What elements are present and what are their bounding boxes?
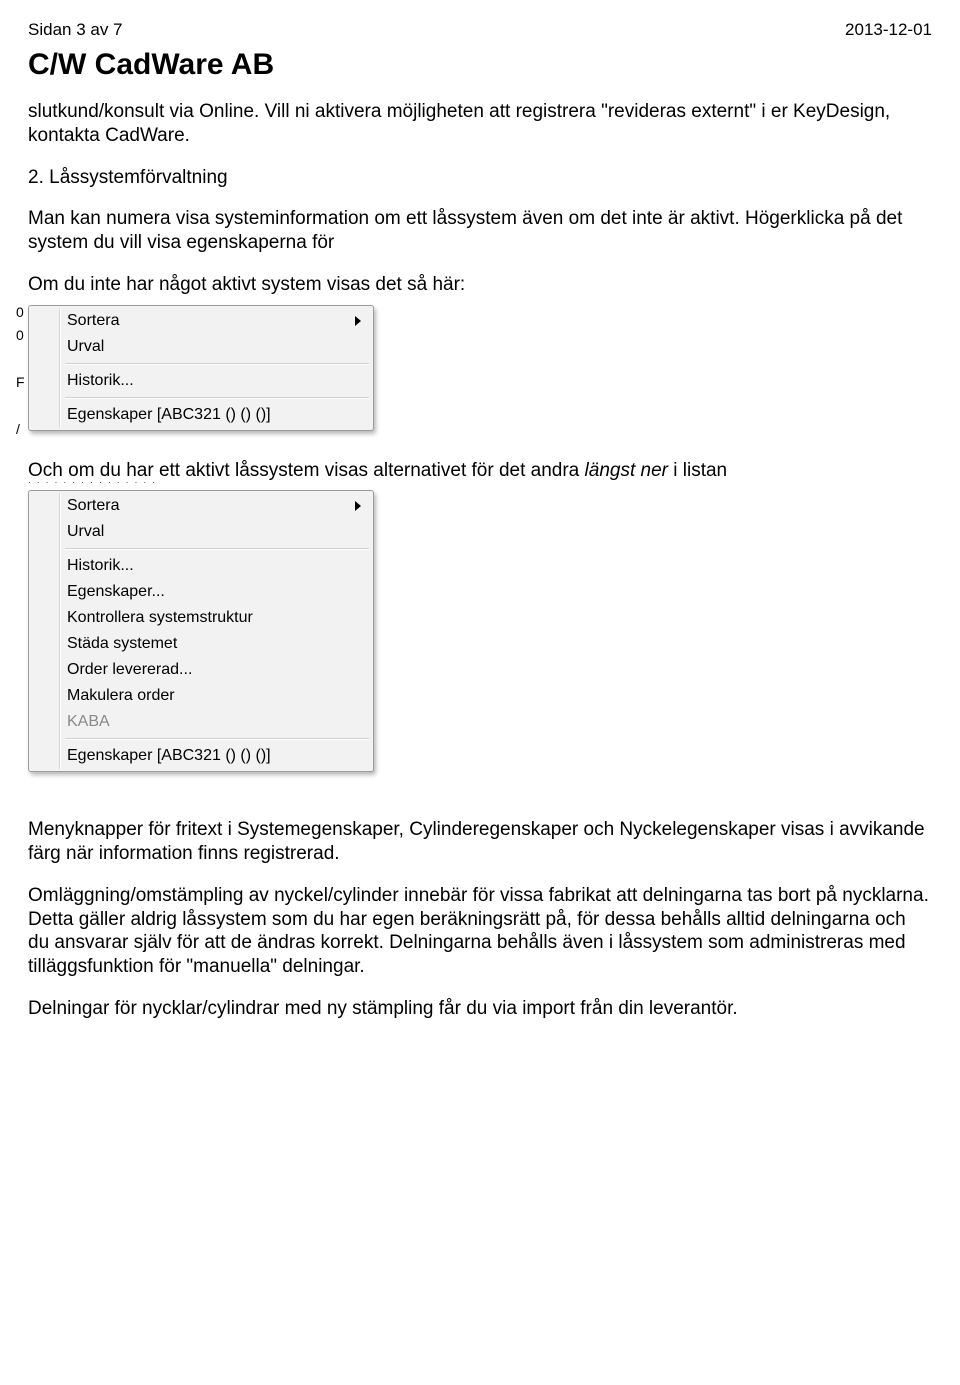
menu-item-label: Sortera — [67, 497, 119, 515]
menu-item: KABA — [31, 709, 371, 735]
context-menu-short-wrap: 00 F / SorteraUrvalHistorik...Egenskaper… — [28, 305, 374, 431]
menu-item-label: Sortera — [67, 312, 119, 330]
menu-item[interactable]: Egenskaper... — [31, 579, 371, 605]
menu-item[interactable]: Makulera order — [31, 683, 371, 709]
menu-item[interactable]: Historik... — [31, 553, 371, 579]
menu-item-label: KABA — [67, 713, 110, 731]
menu-separator — [65, 363, 369, 365]
menu-item-label: Egenskaper [ABC321 () () ()] — [67, 747, 271, 765]
menu-item[interactable]: Kontrollera systemstruktur — [31, 605, 371, 631]
menu-item-label: Kontrollera systemstruktur — [67, 609, 253, 627]
menu-item-label: Makulera order — [67, 687, 175, 705]
menu-item-label: Egenskaper... — [67, 583, 165, 601]
menu-item-label: Order levererad... — [67, 661, 192, 679]
menu-item[interactable]: Sortera — [31, 308, 371, 334]
menu-separator — [65, 397, 369, 399]
menu-item-label: Egenskaper [ABC321 () () ()] — [67, 406, 271, 424]
paragraph-6: Detta gäller aldrig låssystem som du har… — [28, 908, 932, 979]
menu-item[interactable]: Egenskaper [ABC321 () () ()] — [31, 743, 371, 769]
context-menu-long-wrap: · · · · · · · · · · · · · · · SorteraUrv… — [28, 490, 374, 772]
menu-separator — [65, 548, 369, 550]
paragraph-4: Menyknapper för fritext i Systemegenskap… — [28, 818, 932, 866]
menu-item[interactable]: Egenskaper [ABC321 () () ()] — [31, 402, 371, 428]
left-cutoff: 00 F / — [16, 305, 28, 437]
context-menu-long[interactable]: Sortera Urval Historik... Egenskaper... Kont… — [28, 490, 374, 772]
menu-item-label: Städa systemet — [67, 635, 177, 653]
paragraph-intro: slutkund/konsult via Online. Vill ni akt… — [28, 100, 932, 148]
top-dot-row: · · · · · · · · · · · · · · · — [28, 478, 157, 487]
submenu-arrow-icon — [355, 501, 361, 511]
p3-post: i listan — [668, 460, 727, 481]
context-menu-short[interactable]: Sortera Urval Historik... Egenskaper [ABC32… — [28, 305, 374, 431]
menu-separator — [65, 738, 369, 740]
menu-item[interactable]: Urval — [31, 334, 371, 360]
paragraph-2a: Man kan numera visa systeminformation om… — [28, 207, 932, 255]
menu-item[interactable]: Urval — [31, 519, 371, 545]
paragraph-7: Delningar för nycklar/cylindrar med ny s… — [28, 997, 932, 1021]
paragraph-5: Omläggning/omstämpling av nyckel/cylinde… — [28, 884, 932, 908]
menu-item[interactable]: Order levererad... — [31, 657, 371, 683]
menu-item-label: Urval — [67, 338, 104, 356]
menu-item[interactable]: Historik... — [31, 368, 371, 394]
submenu-arrow-icon — [355, 316, 361, 326]
paragraph-3: Och om du har ett aktivt låssystem visas… — [28, 459, 932, 483]
menu-item-label: Historik... — [67, 372, 134, 390]
paragraph-2b: Om du inte har något aktivt system visas… — [28, 273, 932, 297]
menu-item[interactable]: Städa systemet — [31, 631, 371, 657]
menu-item-label: Urval — [67, 523, 104, 541]
menu-item[interactable]: Sortera — [31, 493, 371, 519]
company-title: C/W CadWare AB — [28, 48, 932, 82]
page-date: 2013-12-01 — [845, 20, 932, 40]
menu-item-label: Historik... — [67, 557, 134, 575]
page: Sidan 3 av 7 2013-12-01 C/W CadWare AB s… — [0, 0, 960, 1079]
page-header: Sidan 3 av 7 2013-12-01 — [28, 20, 932, 40]
page-number: Sidan 3 av 7 — [28, 20, 123, 40]
section-heading-2: 2. Låssystemförvaltning — [28, 166, 932, 190]
p3-italic: längst ner — [585, 460, 668, 481]
